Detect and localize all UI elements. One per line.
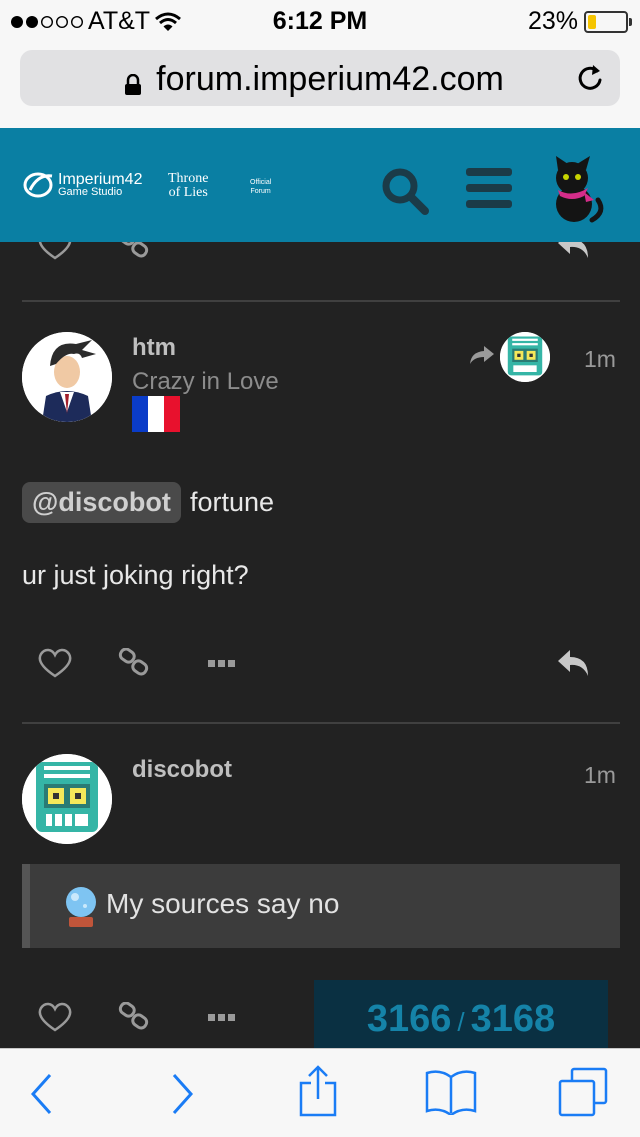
post-username[interactable]: htm bbox=[132, 334, 176, 362]
post-actions bbox=[22, 648, 620, 688]
tabs-icon[interactable] bbox=[558, 1067, 608, 1117]
site-header: Imperium42 Game Studio Throne of Lies Of… bbox=[0, 128, 640, 242]
forward-icon[interactable] bbox=[170, 1073, 194, 1115]
browser-chrome: forum.imperium42.com bbox=[0, 40, 640, 128]
reply-icon[interactable] bbox=[556, 648, 592, 678]
france-flag-icon bbox=[132, 396, 180, 432]
topic-progress-text: 3166/3168 bbox=[314, 998, 608, 1041]
topic-stream: htm Crazy in Love 1m @discobot fortune u… bbox=[0, 242, 640, 1048]
game-logo-line2: of Lies bbox=[168, 185, 208, 200]
heart-icon[interactable] bbox=[38, 242, 72, 260]
browser-toolbar bbox=[0, 1048, 640, 1137]
mention-discobot[interactable]: @discobot bbox=[22, 482, 181, 523]
address-bar[interactable]: forum.imperium42.com bbox=[20, 50, 620, 106]
reply-icon[interactable] bbox=[556, 242, 592, 260]
bookmarks-icon[interactable] bbox=[424, 1069, 478, 1115]
reload-icon[interactable] bbox=[576, 62, 606, 94]
imperium42-logo[interactable]: Imperium42 Game Studio bbox=[22, 170, 142, 200]
heart-icon[interactable] bbox=[38, 1002, 72, 1032]
link-icon[interactable] bbox=[118, 242, 150, 258]
brand-subtitle: Game Studio bbox=[58, 185, 123, 198]
htm-avatar[interactable] bbox=[22, 332, 112, 422]
url-text: forum.imperium42.com bbox=[156, 60, 504, 98]
post-body-text: ur just joking right? bbox=[22, 560, 249, 590]
battery-icon bbox=[584, 10, 632, 33]
throne-of-lies-logo[interactable]: Throne of Lies bbox=[168, 172, 208, 200]
discobot-avatar[interactable] bbox=[22, 754, 112, 844]
search-icon[interactable] bbox=[380, 166, 430, 216]
post-divider bbox=[22, 300, 620, 302]
brand-name: Imperium42 bbox=[58, 170, 143, 188]
user-avatar-cat[interactable] bbox=[544, 156, 606, 224]
battery-percent: 23% bbox=[527, 7, 578, 35]
post-time[interactable]: 1m bbox=[584, 346, 616, 373]
menu-icon[interactable] bbox=[466, 168, 512, 208]
post-user-title: Crazy in Love bbox=[132, 368, 279, 395]
crystal-ball-icon bbox=[66, 887, 96, 927]
back-icon[interactable] bbox=[30, 1073, 54, 1115]
fortune-quote: My sources say no bbox=[22, 864, 620, 948]
link-icon[interactable] bbox=[118, 1002, 150, 1030]
reply-to-arrow-icon bbox=[470, 346, 494, 364]
status-bar: AT&T 6:12 PM 23% bbox=[0, 0, 640, 40]
battery-level bbox=[588, 14, 596, 29]
post-divider bbox=[22, 722, 620, 724]
reply-to-avatar[interactable] bbox=[500, 332, 550, 382]
battery-status: 23% bbox=[527, 7, 632, 36]
imperium42-logo-icon bbox=[23, 172, 53, 198]
post-time[interactable]: 1m bbox=[584, 762, 616, 789]
progress-total: 3168 bbox=[470, 998, 556, 1040]
discobot-avatar-small bbox=[500, 332, 550, 382]
post-username[interactable]: discobot bbox=[132, 756, 232, 784]
more-icon[interactable] bbox=[208, 660, 236, 668]
more-icon[interactable] bbox=[208, 1014, 236, 1022]
game-logo-line1: Throne bbox=[168, 171, 209, 186]
progress-separator: / bbox=[457, 1007, 465, 1037]
progress-current: 3166 bbox=[366, 998, 452, 1040]
lawyer-avatar-image bbox=[22, 332, 112, 422]
official-forum-label: Official Forum bbox=[250, 179, 272, 195]
heart-icon[interactable] bbox=[38, 648, 72, 678]
discobot-avatar-image bbox=[22, 754, 112, 844]
fortune-text: My sources say no bbox=[106, 888, 340, 919]
post-body-mention-text: fortune bbox=[190, 487, 275, 517]
previous-post-actions bbox=[22, 242, 620, 270]
link-icon[interactable] bbox=[118, 648, 150, 676]
topic-progress[interactable]: 3166/3168 bbox=[314, 980, 608, 1048]
share-icon[interactable] bbox=[298, 1065, 338, 1117]
